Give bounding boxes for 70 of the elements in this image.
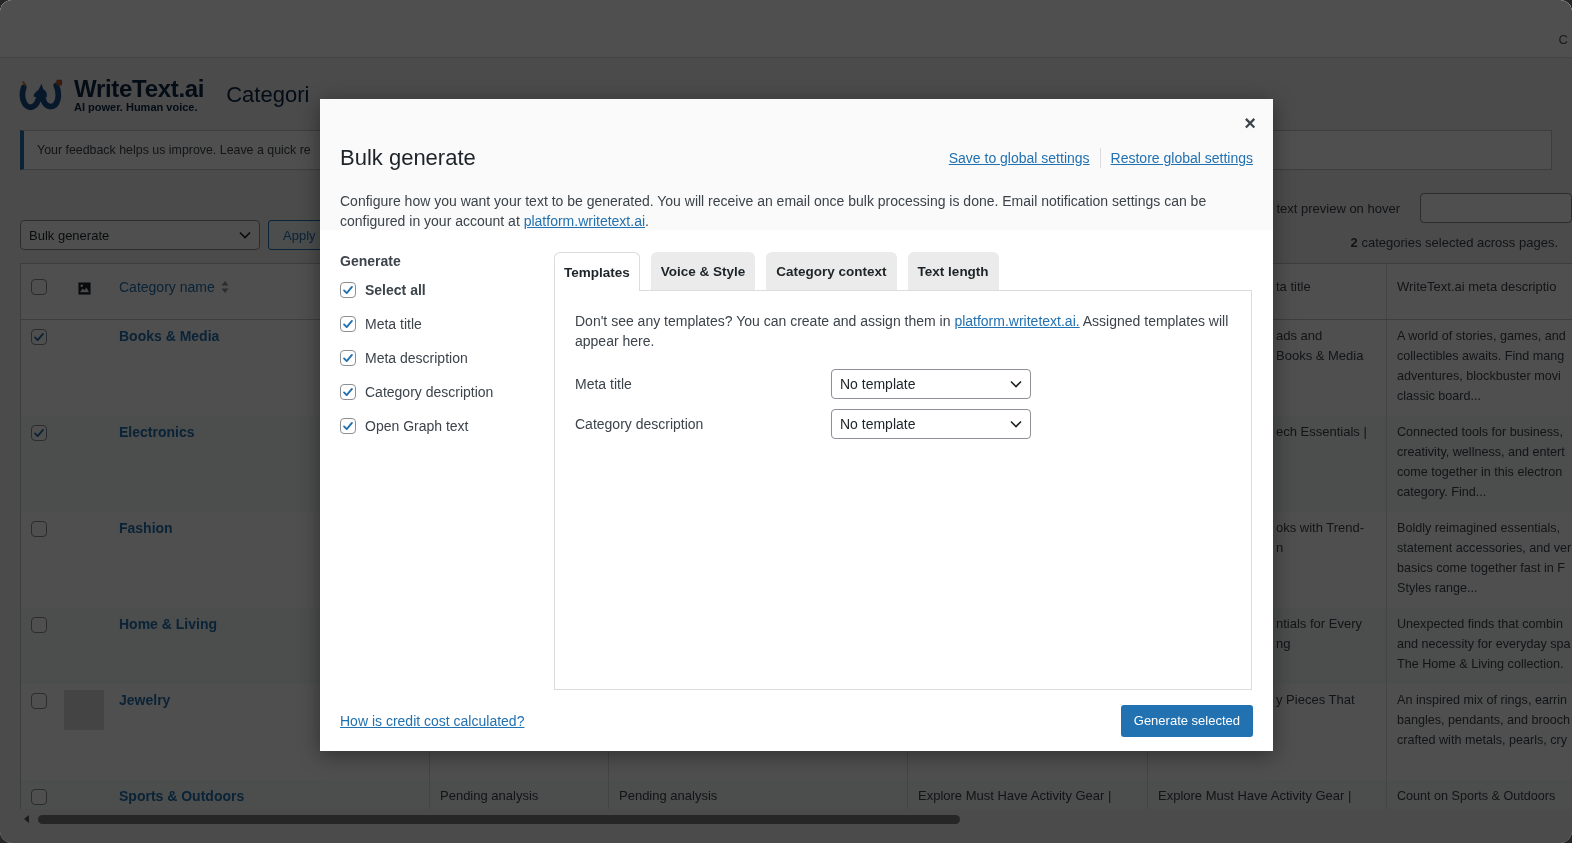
option-checkbox[interactable] [340,350,356,366]
close-button[interactable]: × [1241,113,1259,133]
row-checkbox[interactable] [31,789,47,805]
credit-help-link[interactable]: How is credit cost calculated? [340,712,525,729]
select-all-checkbox[interactable] [31,278,47,295]
option-checkbox[interactable] [340,384,356,400]
logo-tagline: AI power. Human voice. [74,101,199,113]
scrollbar-thumb[interactable] [38,814,960,824]
logo-wordmark: WriteText.ai [74,77,205,101]
option-checkbox[interactable] [340,282,356,298]
template-select[interactable]: No template [831,369,1031,399]
row-checkbox[interactable] [31,617,47,633]
tab[interactable]: Templates [554,252,640,291]
tab[interactable]: Text length [907,252,999,290]
checkmark-icon [32,426,46,440]
checkmark-icon [341,385,355,399]
table-cell-text: Unexpected finds that combin and necessity for everyday spa The Home & Living collection. [1397,616,1571,673]
row-checkbox[interactable] [31,521,47,537]
settings-link[interactable]: Save to global settings [948,150,1090,166]
row-checkbox[interactable] [31,425,47,441]
templates-note: Don't see any templates? You can create and assign them in platform.writetext.ai. Assigned templates will appear here. [575,312,1230,351]
chevron-down-icon [1010,420,1022,428]
field-label: Meta title [575,376,633,392]
checkmark-icon [32,330,46,344]
settings-link[interactable]: Restore global settings [1110,150,1253,166]
field-label: Category description [575,416,705,432]
table-cell-text: Boldly reimagined essentials, statement accessories, and ver basics come together fast in F Styles range... [1397,520,1572,597]
table-cell-text: Count on Sports & Outdoors [1397,788,1556,805]
checkmark-icon [341,351,355,365]
column-header: WriteText.ai meta descriptio [1397,279,1557,294]
table-cell-text: Explore Must Have Activity Gear | [918,787,1112,805]
checkmark-icon [341,317,355,331]
platform-link[interactable]: platform.writetext.ai. [954,313,1080,329]
row-checkbox[interactable] [31,329,47,345]
preview-input-field[interactable] [1420,193,1572,223]
chevron-down-icon [1010,380,1022,388]
sort-icon[interactable] [220,279,229,294]
notice-text: Your feedback helps us improve. Leave a quick re [37,143,311,157]
dialog-description: Configure how you want your text to be generated. You will receive an email once bulk processing is done. Email notification settings can be configured in your account at platform.writetext.ai. [340,192,1208,231]
preview-label: text preview on hover [1276,200,1400,216]
option-checkbox[interactable] [340,418,356,434]
scroll-left-icon[interactable] [24,815,30,823]
checkmark-icon [341,283,355,297]
table-cell-text: An inspired mix of rings, earrin bangles, pendants, and brooch crafted with metals, pearls, cry [1397,692,1570,749]
tab[interactable]: Voice & Style [650,252,756,290]
checkmark-icon [341,419,355,433]
option-label[interactable]: Select all [365,282,426,298]
table-cell-text: ech Essentials | [1276,423,1367,441]
table-cell-text: Pending analysis [619,787,718,805]
swirl-logo-icon [18,77,64,113]
table-cell-text: Explore Must Have Activity Gear | [1158,787,1352,805]
dialog-title: Bulk generate [340,145,476,171]
option-checkbox[interactable] [340,316,356,332]
template-select[interactable]: No template [831,409,1031,439]
column-header: ta title [1276,279,1311,294]
table-cell-text: ads and Books & Media [1276,327,1364,365]
table-cell-text: Pending analysis [440,787,539,805]
option-label[interactable]: Meta description [365,350,468,366]
generate-selected-button[interactable]: Generate selected [1120,704,1253,737]
chevron-down-icon [239,231,251,239]
selection-count: 2 categories selected across pages. [1350,235,1558,250]
image-icon [77,282,91,295]
option-label[interactable]: Category description [365,384,494,400]
row-checkbox[interactable] [31,693,47,709]
option-label[interactable]: Open Graph text [365,418,469,434]
table-cell-text: A world of stories, games, and collectibles awaits. Find mang adventures, blockbuster movi classic board... [1397,328,1566,405]
option-label[interactable]: Meta title [365,316,422,332]
generate-heading: Generate [340,253,402,269]
page-title: Categori [226,82,310,108]
tab[interactable]: Category context [766,252,897,290]
